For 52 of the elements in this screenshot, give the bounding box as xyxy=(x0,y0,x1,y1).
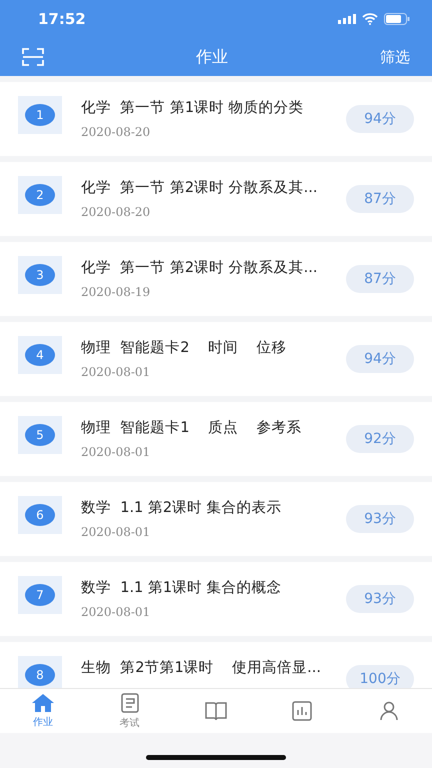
assignment-title: 物理 智能题卡2 时间 位移 xyxy=(81,339,288,357)
score-badge: 93分 xyxy=(346,585,414,613)
document-icon xyxy=(120,692,139,712)
number-label: 5 xyxy=(25,424,55,446)
number-label: 1 xyxy=(25,104,55,126)
person-icon xyxy=(378,701,399,721)
number-label: 6 xyxy=(25,504,55,526)
signal-icon xyxy=(338,14,356,24)
assignment-item[interactable]: 3 化学 第一节 第2课时 分散系及其... 2020-08-19 87分 xyxy=(0,242,432,316)
assignment-date: 2020-08-01 xyxy=(81,525,152,539)
assignment-date: 2020-08-01 xyxy=(81,365,152,379)
assignment-item[interactable]: 5 物理 智能题卡1 质点 参考系 2020-08-01 92分 xyxy=(0,402,432,476)
assignment-date: 2020-08-20 xyxy=(81,205,152,219)
assignment-title: 生物 第2节第1课时 使用高倍显... xyxy=(81,658,322,677)
assignment-item[interactable]: 4 物理 智能题卡2 时间 位移 2020-08-01 94分 xyxy=(0,322,432,396)
number-label: 7 xyxy=(25,584,55,606)
book-icon xyxy=(205,701,228,721)
assignment-date: 2020-08-19 xyxy=(81,285,152,299)
assignment-date: 2020-08-01 xyxy=(81,445,152,459)
number-label: 3 xyxy=(25,264,55,286)
number-label: 2 xyxy=(25,184,55,206)
assignment-date: 2020-08-20 xyxy=(81,125,152,139)
score-badge: 92分 xyxy=(346,425,414,453)
assignment-date: 2020-08-01 xyxy=(81,605,152,619)
assignment-title: 化学 第一节 第2课时 分散系及其... xyxy=(81,179,318,197)
scan-icon[interactable] xyxy=(22,48,44,66)
assignment-title: 化学 第一节 第1课时 物质的分类 xyxy=(81,99,305,117)
assignment-title: 化学 第一节 第2课时 分散系及其... xyxy=(81,259,318,277)
assignment-title: 物理 智能题卡1 质点 参考系 xyxy=(81,419,302,437)
assignment-title: 数学 1.1 第2课时 集合的表示 xyxy=(81,499,283,517)
score-badge: 87分 xyxy=(346,185,414,213)
number-label: 8 xyxy=(25,664,55,686)
status-time: 17:52 xyxy=(38,10,86,28)
score-badge: 100分 xyxy=(346,665,414,688)
score-badge: 94分 xyxy=(346,105,414,133)
wifi-icon xyxy=(362,13,378,25)
score-badge: 94分 xyxy=(346,345,414,373)
score-badge: 93分 xyxy=(346,505,414,533)
number-label: 4 xyxy=(25,344,55,366)
home-icon xyxy=(32,694,54,712)
page-title: 作业 xyxy=(196,46,228,68)
chart-icon xyxy=(292,701,312,721)
assignment-title: 数学 1.1 第1课时 集合的概念 xyxy=(81,579,283,597)
assignment-item[interactable]: 6 数学 1.1 第2课时 集合的表示 2020-08-01 93分 xyxy=(0,482,432,556)
tab-item[interactable]: 作业 xyxy=(0,689,86,733)
tab-item[interactable]: 考试 xyxy=(86,689,173,733)
assignment-item[interactable]: 7 数学 1.1 第1课时 集合的概念 2020-08-01 93分 xyxy=(0,562,432,636)
assignment-item[interactable]: 1 化学 第一节 第1课时 物质的分类 2020-08-20 94分 xyxy=(0,82,432,156)
assignment-item[interactable]: 8 生物 第2节第1课时 使用高倍显... 100分 xyxy=(0,642,432,688)
score-badge: 87分 xyxy=(346,265,414,293)
battery-icon xyxy=(384,13,410,25)
assignment-item[interactable]: 2 化学 第一节 第2课时 分散系及其... 2020-08-20 87分 xyxy=(0,162,432,236)
